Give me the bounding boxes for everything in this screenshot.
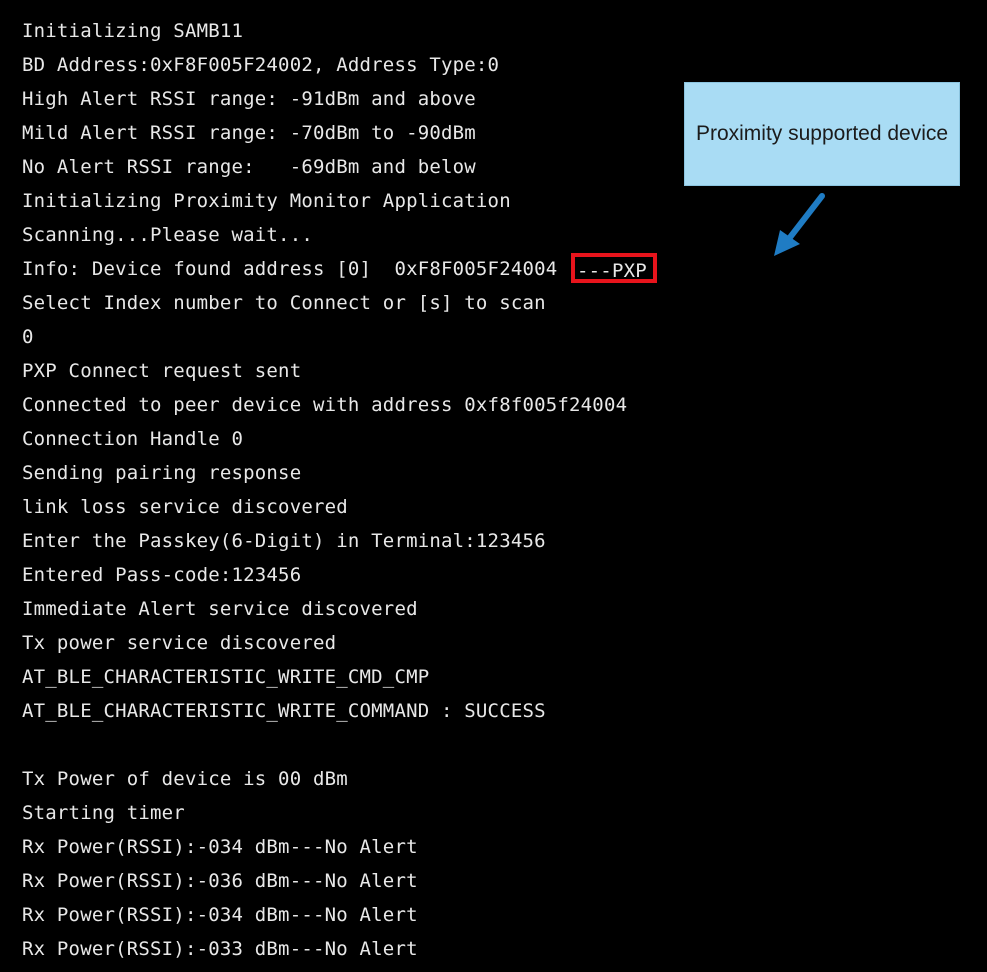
terminal-line-device-found: Info: Device found address [0] 0xF8F005F… bbox=[22, 252, 657, 286]
terminal-line: Rx Power(RSSI):-034 dBm---No Alert bbox=[22, 836, 418, 858]
device-found-text: Info: Device found address [0] 0xF8F005F… bbox=[22, 258, 570, 280]
terminal-line: Entered Pass-code:123456 bbox=[22, 564, 302, 586]
terminal-line: Immediate Alert service discovered bbox=[22, 598, 418, 620]
terminal-line: BD Address:0xF8F005F24002, Address Type:… bbox=[22, 54, 500, 76]
callout-text: Proximity supported device bbox=[695, 122, 949, 145]
callout-arrow-icon bbox=[774, 193, 825, 256]
terminal-output: Initializing SAMB11 BD Address:0xF8F005F… bbox=[22, 14, 657, 966]
terminal-line: 0 bbox=[22, 326, 34, 348]
terminal-line: Rx Power(RSSI):-033 dBm---No Alert bbox=[22, 938, 418, 960]
terminal-line: High Alert RSSI range: -91dBm and above bbox=[22, 88, 476, 110]
terminal-line: AT_BLE_CHARACTERISTIC_WRITE_COMMAND : SU… bbox=[22, 700, 546, 722]
terminal-line: Connected to peer device with address 0x… bbox=[22, 394, 628, 416]
terminal-line: Connection Handle 0 bbox=[22, 428, 244, 450]
terminal-line: No Alert RSSI range: -69dBm and below bbox=[22, 156, 476, 178]
terminal-line: Tx Power of device is 00 dBm bbox=[22, 768, 348, 790]
terminal-line: Initializing SAMB11 bbox=[22, 20, 244, 42]
terminal-line: Starting timer bbox=[22, 802, 185, 824]
terminal-window: Initializing SAMB11 BD Address:0xF8F005F… bbox=[0, 0, 987, 972]
proximity-callout: Proximity supported device bbox=[684, 82, 960, 186]
terminal-line: Initializing Proximity Monitor Applicati… bbox=[22, 190, 511, 212]
terminal-line: Scanning...Please wait... bbox=[22, 224, 313, 246]
terminal-line: link loss service discovered bbox=[22, 496, 348, 518]
terminal-line: Mild Alert RSSI range: -70dBm to -90dBm bbox=[22, 122, 476, 144]
terminal-line: Select Index number to Connect or [s] to… bbox=[22, 292, 546, 314]
terminal-line: AT_BLE_CHARACTERISTIC_WRITE_CMD_CMP bbox=[22, 666, 430, 688]
terminal-line: Rx Power(RSSI):-036 dBm---No Alert bbox=[22, 870, 418, 892]
terminal-line: Rx Power(RSSI):-034 dBm---No Alert bbox=[22, 904, 418, 926]
terminal-line: Tx power service discovered bbox=[22, 632, 337, 654]
terminal-line: Sending pairing response bbox=[22, 462, 302, 484]
terminal-line: Enter the Passkey(6-Digit) in Terminal:1… bbox=[22, 530, 546, 552]
terminal-line: PXP Connect request sent bbox=[22, 360, 302, 382]
pxp-highlight-box: ---PXP bbox=[571, 252, 657, 283]
